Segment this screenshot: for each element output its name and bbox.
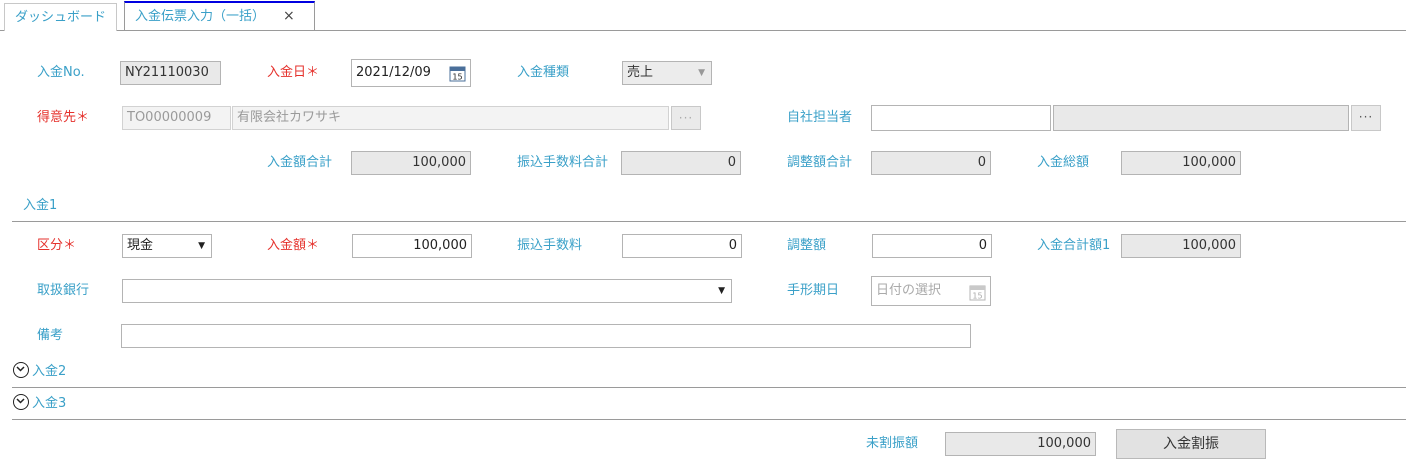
adjust-input[interactable]: 0 <box>872 234 992 258</box>
staff-label: 自社担当者 <box>787 110 853 125</box>
bank-label: 取扱銀行 <box>37 283 90 298</box>
receipt-no-field: NY21110030 <box>120 61 221 85</box>
tab-bar: ダッシュボード 入金伝票入力（一括） × <box>0 0 1406 31</box>
fee-total-label: 振込手数料合計 <box>517 155 609 170</box>
adjust-total-field: 0 <box>871 151 991 175</box>
receipt-date-input[interactable]: 2021/12/09 15 <box>351 59 471 87</box>
section-title: 入金2 <box>32 364 67 379</box>
amount-total-field: 100,000 <box>351 151 471 175</box>
svg-text:15: 15 <box>452 73 462 82</box>
fee-label: 振込手数料 <box>517 238 583 253</box>
bill-date-label: 手形期日 <box>787 283 840 298</box>
bank-select[interactable]: ▼ <box>122 279 732 303</box>
fee-input[interactable]: 0 <box>622 234 742 258</box>
calendar-icon[interactable]: 15 <box>449 65 466 82</box>
receipt-date-value: 2021/12/09 <box>356 65 431 80</box>
receipt-type-select: 売上 ▼ <box>622 61 712 85</box>
payment3-section-toggle[interactable]: 入金3 <box>13 394 66 414</box>
customer-lookup-button: ··· <box>671 106 701 130</box>
chevron-down-icon <box>13 394 29 410</box>
subtotal-field: 100,000 <box>1121 234 1241 258</box>
fee-total-field: 0 <box>621 151 741 175</box>
category-label: 区分＊ <box>37 238 77 253</box>
receipt-type-value: 売上 <box>627 65 654 80</box>
unallocated-label: 未割振額 <box>866 436 919 451</box>
memo-label: 備考 <box>37 328 64 343</box>
allocate-button[interactable]: 入金割振 <box>1116 429 1266 459</box>
section-divider <box>12 419 1406 420</box>
customer-label: 得意先＊ <box>37 110 90 125</box>
payment1-section-title: 入金1 <box>23 198 58 213</box>
customer-code-field: TO00000009 <box>122 106 231 130</box>
bill-date-placeholder: 日付の選択 <box>876 283 942 298</box>
chevron-down-icon: ▼ <box>198 241 205 251</box>
svg-text:15: 15 <box>972 292 982 301</box>
staff-name-field <box>1053 105 1349 131</box>
chevron-down-icon: ▼ <box>718 286 725 296</box>
subtotal-label: 入金合計額1 <box>1037 238 1111 253</box>
customer-name-field: 有限会社カワサキ <box>232 106 669 130</box>
tab-label: ダッシュボード <box>15 10 107 25</box>
tab-dashboard[interactable]: ダッシュボード <box>4 3 118 31</box>
category-value: 現金 <box>127 238 154 253</box>
section-title: 入金3 <box>32 396 67 411</box>
tab-label: 入金伝票入力（一括） <box>135 9 266 24</box>
bill-date-input[interactable]: 日付の選択 15 <box>871 276 991 306</box>
memo-input[interactable] <box>121 324 971 348</box>
grand-total-label: 入金総額 <box>1037 155 1090 170</box>
chevron-down-icon: ▼ <box>698 68 705 78</box>
adjust-total-label: 調整額合計 <box>787 155 853 170</box>
adjust-label: 調整額 <box>787 238 827 253</box>
staff-lookup-button[interactable]: ··· <box>1351 105 1381 131</box>
receipt-no-label: 入金No. <box>37 65 85 80</box>
tab-receipt-entry[interactable]: 入金伝票入力（一括） × <box>124 1 315 30</box>
amount-label: 入金額＊ <box>267 238 320 253</box>
chevron-down-icon <box>13 362 29 378</box>
amount-input[interactable]: 100,000 <box>352 234 472 258</box>
close-icon[interactable]: × <box>283 8 295 24</box>
amount-total-label: 入金額合計 <box>267 155 333 170</box>
category-select[interactable]: 現金 ▼ <box>122 234 212 258</box>
calendar-icon[interactable]: 15 <box>969 284 986 301</box>
section-divider <box>12 387 1406 388</box>
staff-code-input[interactable] <box>871 105 1051 131</box>
payment2-section-toggle[interactable]: 入金2 <box>13 362 66 382</box>
receipt-date-label: 入金日＊ <box>267 65 320 80</box>
unallocated-field: 100,000 <box>945 432 1096 456</box>
grand-total-field: 100,000 <box>1121 151 1241 175</box>
section-divider <box>12 221 1406 222</box>
receipt-type-label: 入金種類 <box>517 65 570 80</box>
